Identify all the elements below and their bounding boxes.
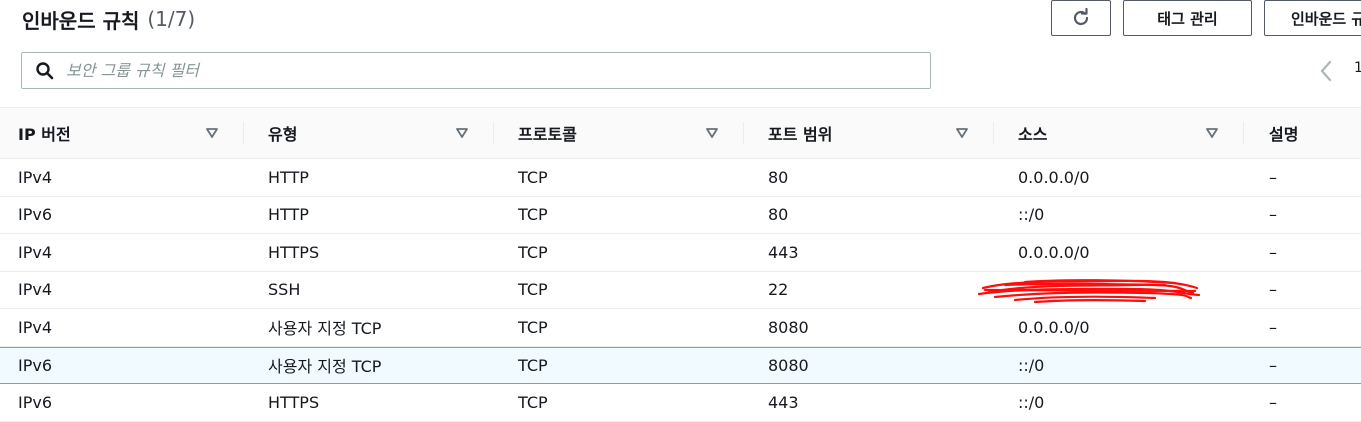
manage-tags-button[interactable]: 태그 관리 — [1123, 0, 1252, 36]
inbound-rules-table: IP 버전 유형 프로토콜 포트 범위 소스 설명 IPv4 HTTP TCP … — [0, 107, 1361, 422]
edit-inbound-rules-button[interactable]: 인바운드 규칙 편집 — [1264, 0, 1361, 36]
cell-type: 사용자 지정 TCP — [268, 319, 382, 339]
cell-port-range: 80 — [768, 205, 789, 225]
column-divider[interactable] — [1243, 122, 1244, 144]
table-row[interactable]: IPv4 사용자 지정 TCP TCP 8080 0.0.0.0/0 – — [0, 309, 1361, 347]
table-row-selected[interactable]: IPv6 사용자 지정 TCP TCP 8080 ::/0 – — [0, 346, 1361, 384]
redaction-scribble — [977, 278, 1201, 303]
cell-port-range: 443 — [768, 242, 799, 262]
cell-ip-version: IPv6 — [18, 205, 53, 225]
column-header-port-range[interactable]: 포트 범위 — [768, 108, 832, 158]
cell-ip-version: IPv6 — [18, 355, 53, 375]
refresh-button[interactable] — [1051, 0, 1111, 36]
sort-caret-down-icon[interactable] — [1206, 128, 1218, 138]
sort-caret-down-icon[interactable] — [456, 128, 468, 138]
table-row[interactable]: IPv4 HTTPS TCP 443 0.0.0.0/0 – — [0, 234, 1361, 272]
cell-protocol: TCP — [518, 205, 548, 225]
cell-type: HTTPS — [268, 392, 320, 412]
previous-page-button[interactable] — [1314, 58, 1338, 84]
cell-description: – — [1269, 355, 1277, 375]
rule-filter-search — [21, 52, 931, 89]
table-header: IP 버전 유형 프로토콜 포트 범위 소스 설명 — [0, 107, 1361, 159]
cell-protocol: TCP — [518, 280, 548, 300]
cell-ip-version: IPv4 — [18, 242, 53, 262]
table-row[interactable]: IPv4 HTTP TCP 80 0.0.0.0/0 – — [0, 159, 1361, 197]
cell-ip-version: IPv4 — [18, 317, 53, 337]
page-number[interactable]: 1 — [1354, 60, 1361, 76]
search-icon — [34, 60, 56, 82]
panel-header: 인바운드 규칙 (1/7) — [22, 2, 195, 36]
cell-port-range: 8080 — [768, 317, 809, 337]
cell-port-range: 8080 — [768, 355, 809, 375]
search-input[interactable] — [64, 54, 930, 87]
column-header-source[interactable]: 소스 — [1018, 108, 1047, 158]
column-header-ip-version[interactable]: IP 버전 — [18, 108, 71, 158]
cell-source: ::/0 — [1018, 205, 1045, 225]
cell-description: – — [1269, 205, 1277, 225]
sort-caret-down-icon[interactable] — [206, 128, 218, 138]
cell-description: – — [1269, 392, 1277, 412]
cell-source: 0.0.0.0/0 — [1018, 317, 1090, 337]
cell-type: HTTPS — [268, 242, 320, 262]
cell-port-range: 80 — [768, 167, 789, 187]
cell-ip-version: IPv4 — [18, 167, 53, 187]
cell-protocol: TCP — [518, 242, 548, 262]
column-header-protocol[interactable]: 프로토콜 — [518, 108, 577, 158]
sort-caret-down-icon[interactable] — [706, 128, 718, 138]
inbound-rules-panel: 인바운드 규칙 (1/7) 태그 관리 인바운드 규칙 편집 1 IP 버전 — [0, 0, 1361, 422]
table-row[interactable]: IPv4 SSH TCP 22 – — [0, 272, 1361, 309]
cell-type: HTTP — [268, 167, 309, 187]
panel-title: 인바운드 규칙 — [22, 8, 140, 33]
column-header-description[interactable]: 설명 — [1269, 108, 1298, 158]
cell-ip-version: IPv6 — [18, 392, 53, 412]
cell-port-range: 22 — [768, 280, 789, 300]
cell-type: HTTP — [268, 205, 309, 225]
cell-description: – — [1269, 167, 1277, 187]
column-divider[interactable] — [493, 122, 494, 144]
cell-source: 0.0.0.0/0 — [1018, 167, 1090, 187]
cell-description: – — [1269, 280, 1277, 300]
column-header-type[interactable]: 유형 — [268, 108, 297, 158]
cell-description: – — [1269, 242, 1277, 262]
cell-protocol: TCP — [518, 355, 548, 375]
cell-source: ::/0 — [1018, 392, 1045, 412]
cell-source: ::/0 — [1018, 355, 1045, 375]
table-row[interactable]: IPv6 HTTPS TCP 443 ::/0 – — [0, 384, 1361, 422]
column-divider[interactable] — [743, 122, 744, 144]
cell-protocol: TCP — [518, 167, 548, 187]
cell-type: 사용자 지정 TCP — [268, 357, 382, 377]
column-divider[interactable] — [243, 122, 244, 144]
column-divider[interactable] — [993, 122, 994, 144]
cell-port-range: 443 — [768, 392, 799, 412]
cell-source: 0.0.0.0/0 — [1018, 242, 1090, 262]
cell-description: – — [1269, 317, 1277, 337]
cell-protocol: TCP — [518, 392, 548, 412]
selection-count: (1/7) — [147, 7, 196, 31]
cell-protocol: TCP — [518, 317, 548, 337]
sort-caret-down-icon[interactable] — [956, 128, 968, 138]
refresh-icon — [1073, 8, 1089, 26]
table-row[interactable]: IPv6 HTTP TCP 80 ::/0 – — [0, 197, 1361, 234]
cell-type: SSH — [268, 280, 301, 300]
chevron-left-icon — [1320, 60, 1332, 82]
cell-ip-version: IPv4 — [18, 280, 53, 300]
